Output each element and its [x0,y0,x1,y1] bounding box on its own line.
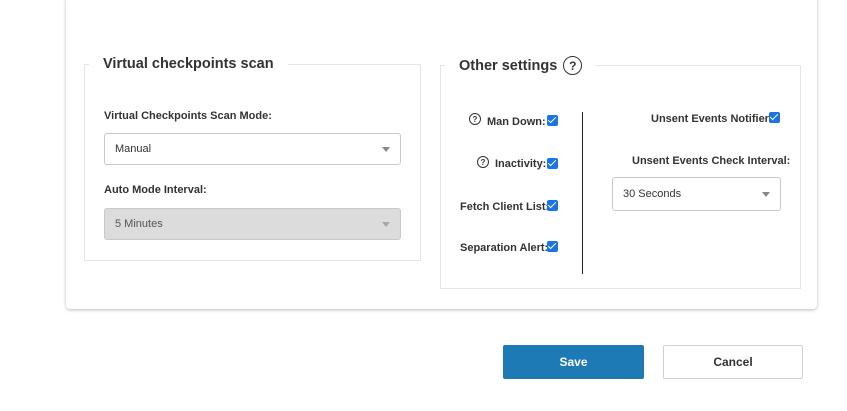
unsent-events-interval-select[interactable]: 30 Seconds [612,177,781,211]
chevron-down-icon [382,147,390,152]
scan-mode-value: Manual [115,143,152,155]
chevron-down-icon [762,192,770,197]
auto-interval-value: 5 Minutes [115,218,163,230]
man-down-label: Man Down: [487,116,546,128]
virtual-checkpoints-title: Virtual checkpoints scan [89,56,288,72]
other-settings-title-text: Other settings [459,57,558,74]
scan-mode-select[interactable]: Manual [104,133,401,165]
fetch-client-list-label: Fetch Client List: [460,201,550,213]
scan-mode-label: Virtual Checkpoints Scan Mode: [104,110,272,122]
auto-interval-select: 5 Minutes [104,208,401,240]
inactivity-help-icon[interactable]: ? [477,156,489,168]
inactivity-checkbox[interactable] [547,158,558,169]
chevron-down-icon [382,222,390,227]
separation-alert-checkbox[interactable] [547,241,558,252]
column-divider [582,112,583,274]
auto-interval-label: Auto Mode Interval: [104,184,207,196]
fetch-client-list-checkbox[interactable] [547,200,558,211]
unsent-events-interval-label: Unsent Events Check Interval: [632,155,791,167]
settings-page: Virtual checkpoints scan Virtual Checkpo… [0,0,847,411]
unsent-events-notifier-label: Unsent Events Notifier: [651,113,773,125]
unsent-events-interval-value: 30 Seconds [623,188,682,200]
virtual-checkpoints-title-text: Virtual checkpoints scan [103,56,274,72]
man-down-checkbox[interactable] [547,115,558,126]
man-down-help-icon[interactable]: ? [469,113,481,125]
inactivity-label: Inactivity: [495,158,547,170]
cancel-button[interactable]: Cancel [663,345,803,379]
help-icon[interactable]: ? [563,56,583,75]
save-button[interactable]: Save [503,345,644,379]
unsent-events-notifier-checkbox[interactable] [769,112,780,123]
separation-alert-label: Separation Alert: [460,242,549,254]
other-settings-panel: Other settings ? [440,56,801,289]
other-settings-title: Other settings ? [445,56,596,75]
